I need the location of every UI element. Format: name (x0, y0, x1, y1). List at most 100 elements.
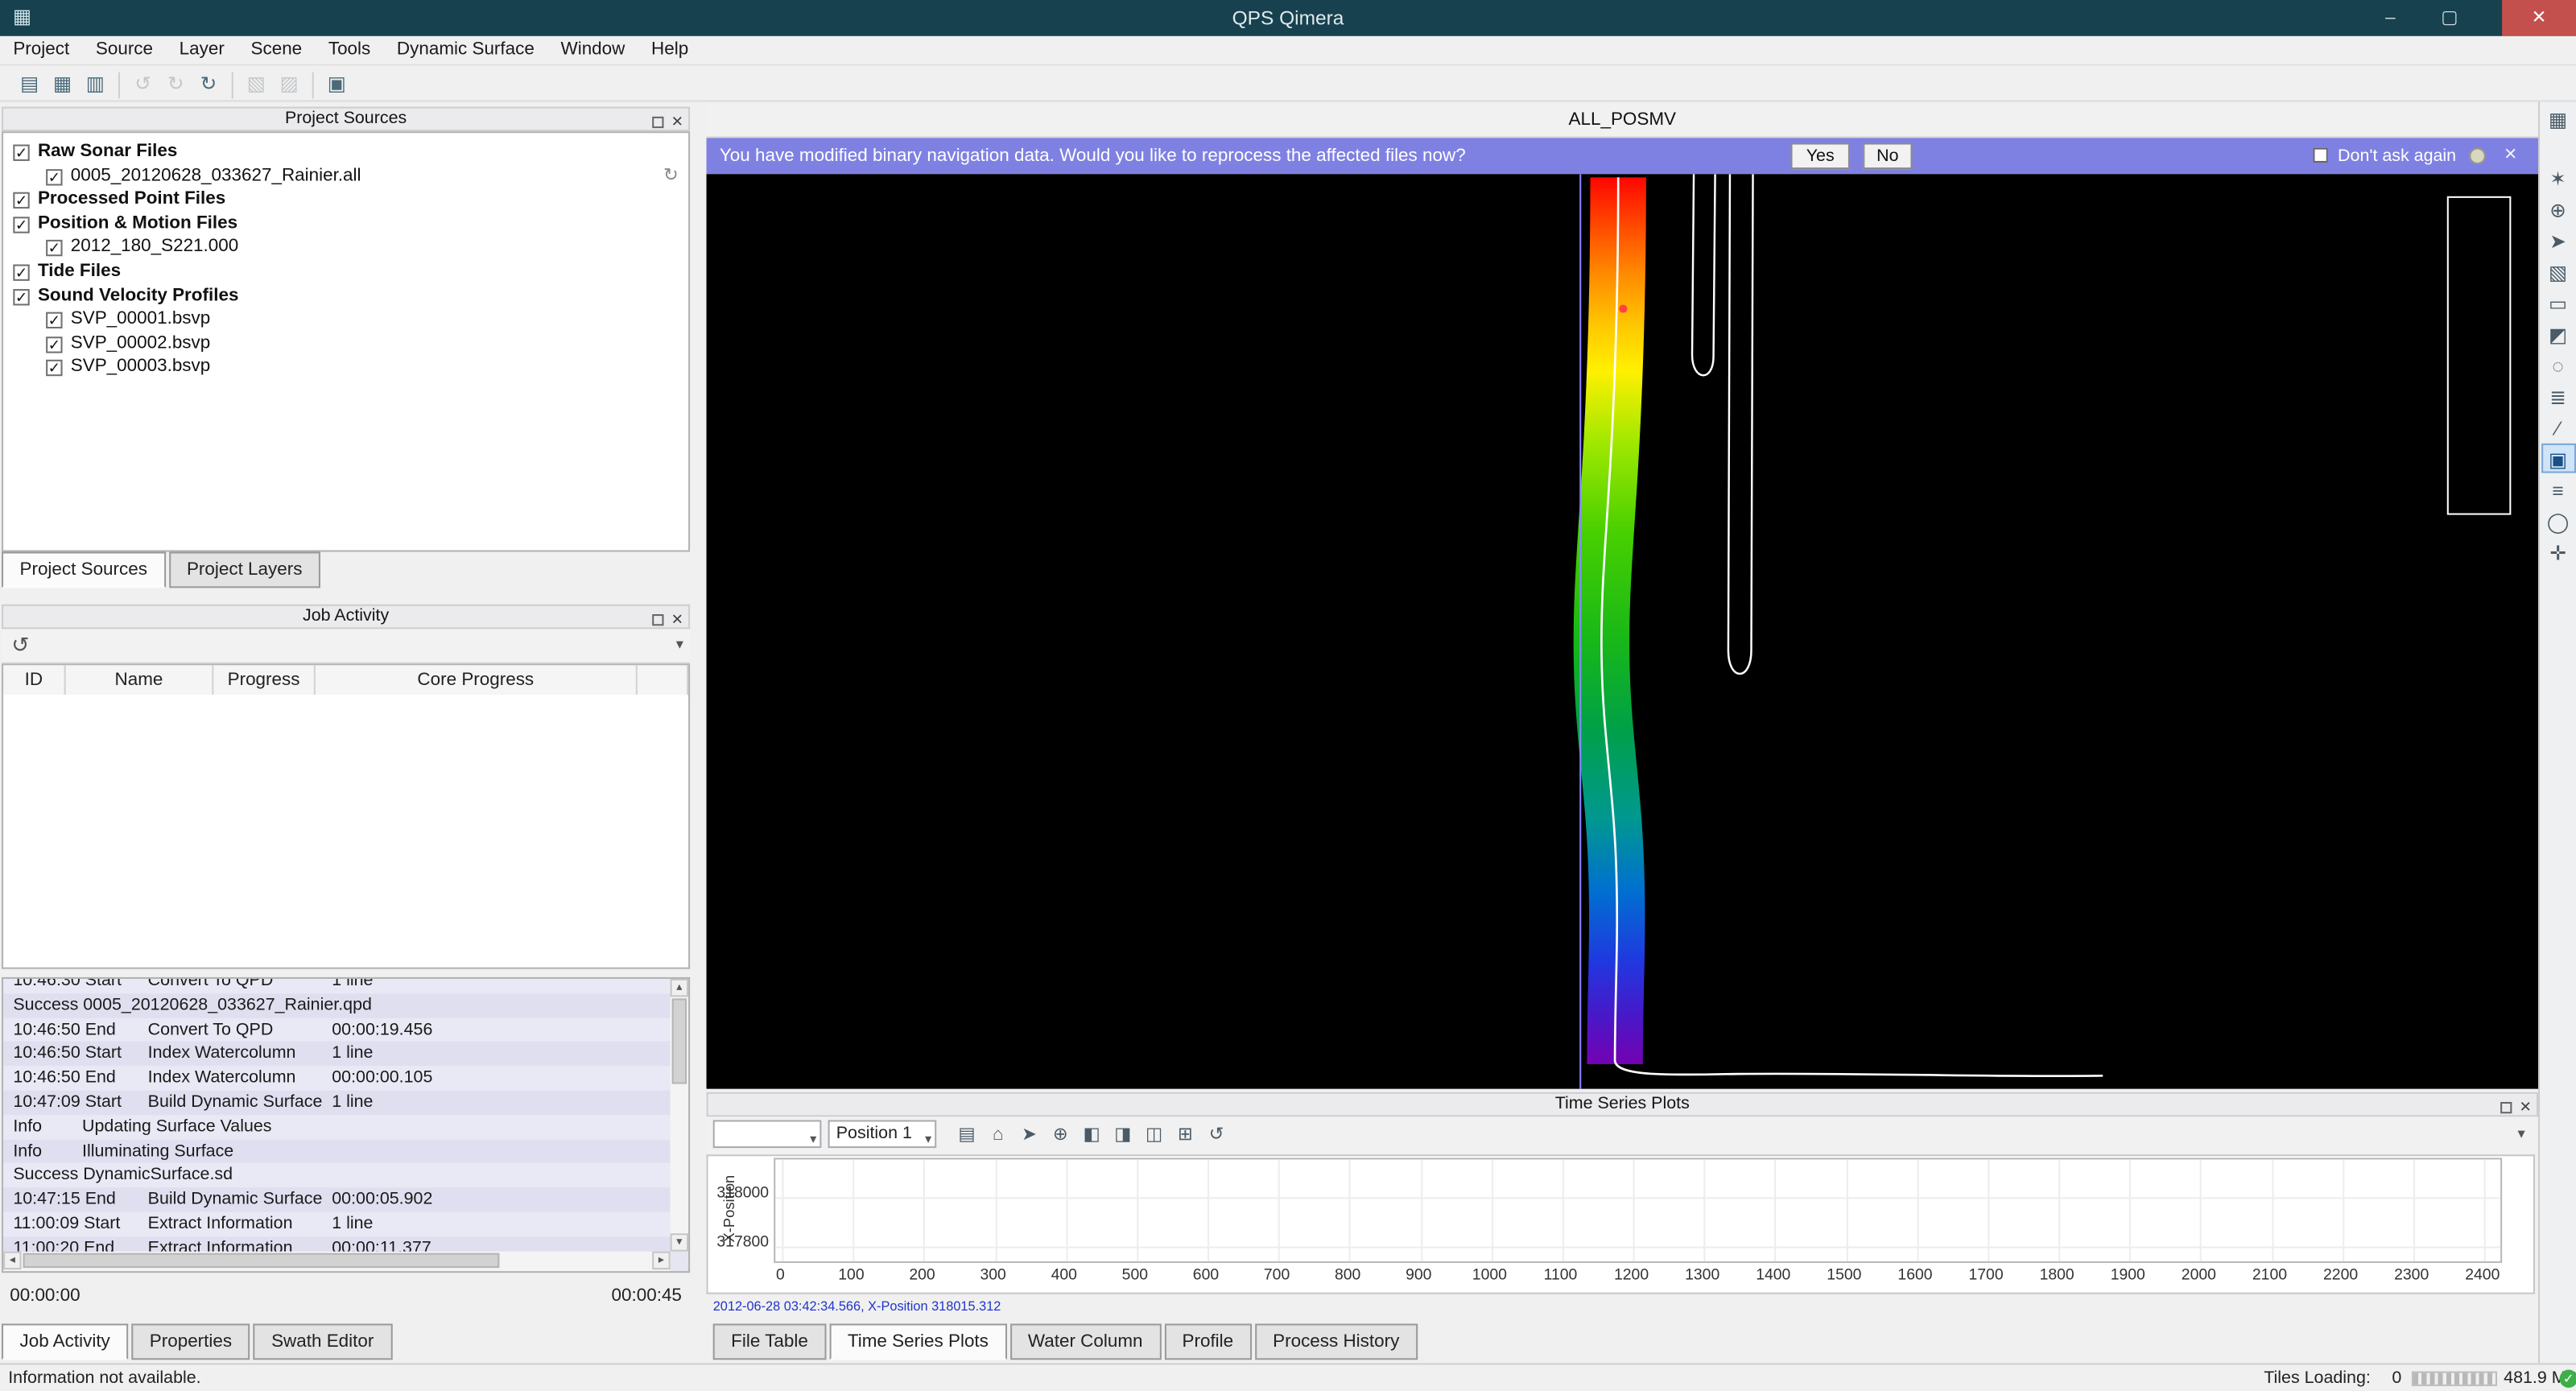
column-header-core-progress[interactable]: Core Progress (316, 665, 638, 695)
fit-x-icon[interactable]: ◫ (1140, 1120, 1168, 1148)
yes-button[interactable]: Yes (1790, 142, 1849, 169)
open-project-icon[interactable]: ▦ (47, 69, 77, 99)
menu-project[interactable]: Project (0, 36, 83, 63)
explore-mode-icon[interactable]: ✶ (2541, 163, 2575, 192)
menu-dynamic-surface[interactable]: Dynamic Surface (384, 36, 548, 63)
zoom-out-x-icon[interactable]: ◨ (1109, 1120, 1137, 1148)
time-series-header[interactable]: Time Series Plots ✕ (707, 1092, 2538, 1117)
close-button[interactable]: ✕ (2502, 0, 2576, 36)
scroll-down-icon[interactable]: ▾ (671, 1233, 688, 1251)
tree-item-sound-velocity-profiles[interactable]: ✓Sound Velocity Profiles (3, 283, 688, 308)
close-icon[interactable]: ✕ (671, 610, 683, 632)
checkbox-icon[interactable]: ✓ (46, 361, 62, 377)
select-cursor-icon[interactable]: ➤ (2541, 225, 2575, 255)
job-log-panel[interactable]: 10:46:30 StartConvert To QPD1 lineSucces… (2, 977, 690, 1273)
profile-tool-icon[interactable]: ≣ (2541, 381, 2575, 411)
float-icon[interactable] (653, 118, 664, 129)
reprocess-icon[interactable]: ↻ (194, 69, 224, 99)
menu-window[interactable]: Window (547, 36, 638, 63)
save-plot-icon[interactable]: ▤ (953, 1120, 981, 1148)
scene-canvas[interactable] (707, 174, 2538, 1088)
tree-item-2012-180-s221-000[interactable]: ✓2012_180_S221.000 (3, 236, 688, 260)
horizontal-scrollbar[interactable]: ◂ ▸ (3, 1252, 671, 1271)
menu-scene[interactable]: Scene (237, 36, 315, 63)
color-map-tool-icon[interactable]: ▣ (2541, 444, 2575, 473)
zoom-window-icon[interactable]: ▧ (2541, 256, 2575, 286)
no-button[interactable]: No (1863, 142, 1912, 169)
checkbox-icon[interactable]: ✓ (13, 288, 29, 304)
home-view-icon[interactable]: ⌂ (984, 1120, 1012, 1148)
float-icon[interactable] (653, 615, 664, 626)
tab-swath-editor[interactable]: Swath Editor (254, 1323, 392, 1360)
job-activity-header[interactable]: Job Activity ✕ (2, 605, 690, 629)
project-sources-header[interactable]: Project Sources ✕ (2, 107, 690, 132)
plot-canvas[interactable] (774, 1158, 2502, 1263)
fit-y-icon[interactable]: ⊞ (1171, 1120, 1199, 1148)
layer-stack-icon[interactable]: ≡ (2541, 475, 2575, 505)
menu-layer[interactable]: Layer (166, 36, 237, 63)
horizontal-scroll-thumb[interactable] (23, 1253, 500, 1268)
file-select-combo[interactable]: ▾ (713, 1120, 822, 1148)
checkbox-icon[interactable]: ✓ (46, 241, 62, 257)
column-header-progress[interactable]: Progress (213, 665, 316, 695)
rect-select-icon[interactable]: ◩ (2541, 319, 2575, 349)
measure-tool-icon[interactable]: ∕ (2541, 412, 2575, 442)
vertical-scroll-thumb[interactable] (672, 998, 687, 1083)
tree-item-svp-00003-bsvp[interactable]: ✓SVP_00003.bsvp (3, 355, 688, 379)
column-header-name[interactable]: Name (66, 665, 214, 695)
checkbox-icon[interactable]: ✓ (46, 336, 62, 353)
scroll-right-icon[interactable]: ▸ (652, 1252, 670, 1269)
toolbar-menu-caret-icon[interactable]: ▾ (2517, 1125, 2524, 1143)
signal-select-combo[interactable]: Position 1▾ (828, 1120, 937, 1148)
tab-process-history[interactable]: Process History (1255, 1323, 1418, 1360)
tab-properties[interactable]: Properties (131, 1323, 250, 1360)
close-icon[interactable]: ✕ (671, 113, 683, 134)
tree-item-svp-00002-bsvp[interactable]: ✓SVP_00002.bsvp (3, 332, 688, 356)
tab-profile[interactable]: Profile (1164, 1323, 1252, 1360)
checkbox-icon[interactable]: ✓ (13, 145, 29, 161)
maximize-button[interactable]: ▢ (2425, 0, 2474, 36)
north-up-icon[interactable]: ⊕ (2541, 194, 2575, 224)
job-table-body[interactable] (2, 695, 690, 969)
checkbox-icon[interactable]: ✓ (13, 217, 29, 233)
dock-grid-icon[interactable]: ▦ (2541, 104, 2575, 134)
sphere-view-icon[interactable]: ◯ (2541, 506, 2575, 535)
menu-source[interactable]: Source (83, 36, 167, 63)
vertical-scrollbar[interactable]: ▴ ▾ (671, 979, 688, 1252)
tab-water-column[interactable]: Water Column (1009, 1323, 1161, 1360)
pan-mode-icon[interactable]: ✛ (2541, 537, 2575, 567)
toolbar-menu-caret-icon[interactable]: ▾ (676, 636, 683, 654)
lasso-select-icon[interactable]: ◌ (2541, 350, 2575, 380)
scene-view-header[interactable]: ALL_POSMV (707, 101, 2538, 138)
tab-time-series-plots[interactable]: Time Series Plots (829, 1323, 1006, 1360)
reset-plot-icon[interactable]: ↺ (1203, 1120, 1231, 1148)
menu-help[interactable]: Help (638, 36, 702, 63)
scroll-left-icon[interactable]: ◂ (3, 1252, 21, 1269)
create-project-icon[interactable]: ▤ (14, 69, 44, 99)
tab-project-layers[interactable]: Project Layers (169, 552, 320, 588)
add-raw-sonar-icon[interactable]: ▥ (80, 69, 110, 99)
close-icon[interactable]: ✕ (2519, 1098, 2531, 1120)
zoom-extents-icon[interactable]: ▭ (2541, 287, 2575, 317)
tree-item-0005-20120628-033627-rainier-all[interactable]: ✓0005_20120628_033627_Rainier.all↻ (3, 163, 688, 188)
float-icon[interactable] (2501, 1103, 2512, 1114)
checkbox-icon[interactable]: ✓ (46, 312, 62, 328)
dont-ask-checkbox[interactable] (2313, 148, 2327, 163)
column-header-id[interactable]: ID (3, 665, 66, 695)
tree-item-raw-sonar-files[interactable]: ✓Raw Sonar Files (3, 139, 688, 163)
tab-job-activity[interactable]: Job Activity (2, 1323, 128, 1360)
checkbox-icon[interactable]: ✓ (13, 192, 29, 208)
tab-project-sources[interactable]: Project Sources (2, 552, 165, 588)
tree-item-position-motion-files[interactable]: ✓Position & Motion Files (3, 212, 688, 236)
tree-item-svp-00001-bsvp[interactable]: ✓SVP_00001.bsvp (3, 308, 688, 332)
scene-viewport[interactable] (707, 174, 2538, 1088)
menu-tools[interactable]: Tools (316, 36, 384, 63)
scroll-up-icon[interactable]: ▴ (671, 979, 688, 997)
cursor-mode-icon[interactable]: ➤ (1015, 1120, 1043, 1148)
tree-item-processed-point-files[interactable]: ✓Processed Point Files (3, 188, 688, 212)
zoom-mode-icon[interactable]: ⊕ (1046, 1120, 1075, 1148)
notification-close-icon[interactable]: ✕ (2504, 138, 2517, 174)
minimize-button[interactable]: – (2366, 0, 2415, 36)
dynamic-surface-icon[interactable]: ▣ (322, 69, 352, 99)
tree-item-tide-files[interactable]: ✓Tide Files (3, 259, 688, 283)
